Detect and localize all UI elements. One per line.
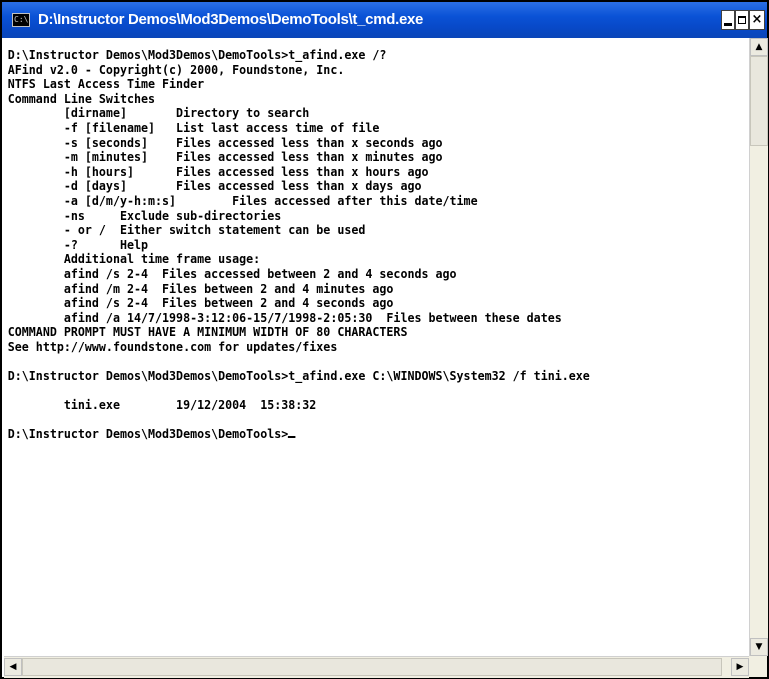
console-line: - or / Either switch statement can be us… [63, 222, 366, 238]
console-line: Command Line Switches [7, 90, 156, 106]
window-title: D:\Instructor Demos\Mod3Demos\DemoTools\… [38, 11, 424, 28]
console-line: afind /a 14/7/1998-3:12:06-15/7/1998-2:0… [63, 309, 562, 325]
horizontal-scrollbar[interactable]: ◀ ▶ [4, 656, 749, 678]
console-line: -? Help [63, 236, 149, 252]
text-cursor [288, 427, 296, 439]
console-line: D:\Instructor Demos\Mod3Demos\DemoTools>… [7, 47, 387, 62]
console-line: afind /s 2-4 Files accessed between 2 an… [63, 265, 457, 281]
minimize-button[interactable] [721, 10, 735, 30]
scroll-up-button[interactable]: ▲ [750, 38, 768, 56]
console-line: afind /m 2-4 Files between 2 and 4 minut… [63, 280, 394, 296]
console-line: COMMAND PROMPT MUST HAVE A MINIMUM WIDTH… [7, 324, 408, 340]
console-text: D:\Instructor Demos\Mod3Demos\DemoTools>… [4, 40, 704, 442]
horizontal-scroll-thumb[interactable] [22, 658, 722, 676]
console-line: -m [minutes] Files accessed less than x … [63, 149, 443, 165]
maximize-icon [738, 16, 746, 24]
console-line: -f [filename] List last access time of f… [63, 119, 380, 135]
console-window: C:\ D:\Instructor Demos\Mod3Demos\DemoTo… [0, 0, 769, 679]
resize-grip[interactable] [749, 656, 767, 677]
console-line: D:\Instructor Demos\Mod3Demos\DemoTools>… [7, 368, 590, 384]
console-line: See http://www.foundstone.com for update… [7, 338, 338, 354]
console-line: -d [days] Files accessed less than x day… [63, 178, 422, 194]
console-line: -ns Exclude sub-directories [63, 207, 282, 223]
cmd-icon[interactable]: C:\ [12, 13, 30, 27]
console-line: -s [seconds] Files accessed less than x … [63, 134, 443, 150]
scroll-left-button[interactable]: ◀ [4, 658, 22, 676]
prompt-line: D:\Instructor Demos\Mod3Demos\DemoTools> [7, 426, 289, 442]
console-line: tini.exe 19/12/2004 15:38:32 [63, 397, 317, 413]
close-button[interactable]: × [749, 10, 765, 30]
vertical-scrollbar[interactable]: ▲ ▼ [749, 38, 768, 656]
maximize-button[interactable] [735, 10, 749, 30]
scroll-down-button[interactable]: ▼ [750, 638, 768, 656]
vertical-scroll-thumb[interactable] [750, 56, 768, 146]
console-lines: D:\Instructor Demos\Mod3Demos\DemoTools>… [8, 47, 590, 412]
console-output[interactable]: D:\Instructor Demos\Mod3Demos\DemoTools>… [4, 40, 749, 656]
console-line: NTFS Last Access Time Finder [7, 76, 205, 92]
console-line: -h [hours] Files accessed less than x ho… [63, 163, 429, 179]
console-line: afind /s 2-4 Files between 2 and 4 secon… [63, 295, 394, 311]
console-line: [dirname] Directory to search [63, 105, 310, 121]
console-line: -a [d/m/y-h:m:s] Files accessed after th… [63, 192, 478, 208]
console-line: AFind v2.0 - Copyright(c) 2000, Foundsto… [7, 61, 345, 77]
minimize-icon [724, 23, 732, 26]
console-line: Additional time frame usage: [63, 251, 261, 267]
title-bar[interactable]: C:\ D:\Instructor Demos\Mod3Demos\DemoTo… [2, 2, 767, 38]
scroll-right-button[interactable]: ▶ [731, 658, 749, 676]
